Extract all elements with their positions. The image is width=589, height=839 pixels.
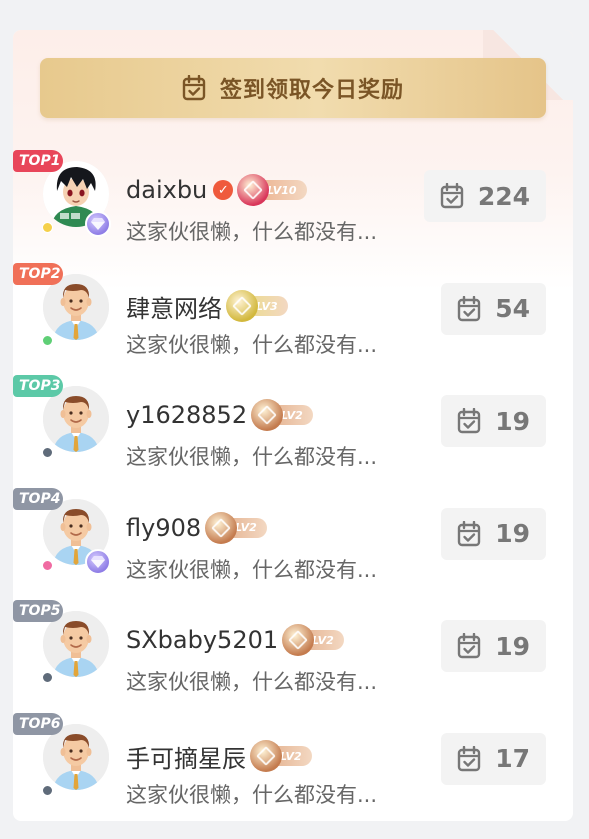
level-medal-icon [251, 399, 284, 432]
sign-days-badge: 17 [441, 732, 546, 785]
level-medal-icon [205, 511, 238, 544]
sign-days-badge: 54 [441, 282, 546, 335]
level-text: LV10 [267, 183, 297, 197]
level-medal-icon [226, 290, 258, 323]
sign-days-count: 17 [495, 744, 530, 774]
user-name-line: 肆意网络 LV3 [126, 289, 288, 324]
sign-in-card: 签到领取今日奖励 TOP1 daixbu ✓ LV10 这家伙很懒，什么都没有.… [13, 30, 573, 821]
user-name-line: SXbaby5201 LV2 [126, 624, 344, 657]
online-status-dot [42, 559, 53, 571]
sign-in-ranking-list: TOP1 daixbu ✓ LV10 这家伙很懒，什么都没有... 224 TO… [13, 145, 573, 821]
user-name[interactable]: 手可摘星辰 [126, 739, 246, 774]
vip-diamond-icon [85, 548, 111, 575]
sign-days-count: 224 [477, 181, 530, 211]
user-name-line: y1628852 LV2 [126, 399, 313, 432]
user-name[interactable]: y1628852 [126, 401, 247, 429]
sign-days-count: 19 [495, 406, 530, 436]
sign-in-button[interactable]: 签到领取今日奖励 [40, 58, 546, 118]
level-medal-icon [282, 624, 315, 657]
calendar-check-icon [457, 520, 481, 547]
ranking-row[interactable]: TOP5 SXbaby5201 LV2 这家伙很懒，什么都没有... 19 [13, 595, 573, 708]
level-badge: LV2 [251, 399, 313, 432]
ranking-row[interactable]: TOP4 fly908 LV2 这家伙很懒，什么都没有... 19 [13, 483, 573, 596]
level-text: LV2 [235, 521, 257, 535]
calendar-check-icon [457, 408, 481, 434]
level-badge: LV2 [282, 624, 344, 657]
user-bio: 这家伙很懒，什么都没有... [126, 782, 378, 807]
ranking-row[interactable]: TOP2 肆意网络 LV3 这家伙很懒，什么都没有... 54 [13, 258, 573, 371]
rank-badge: TOP3 [13, 375, 63, 398]
user-bio: 这家伙很懒，什么都没有... [126, 670, 378, 695]
user-name[interactable]: daixbu [126, 176, 207, 204]
rank-badge: TOP5 [13, 600, 63, 623]
calendar-check-icon [440, 183, 464, 209]
online-status-dot [42, 334, 53, 346]
user-bio: 这家伙很懒，什么都没有... [126, 557, 378, 582]
verified-icon: ✓ [213, 180, 234, 200]
rank-badge: TOP1 [13, 150, 63, 172]
user-name[interactable]: fly908 [126, 514, 201, 542]
user-name-line: fly908 LV2 [126, 511, 267, 544]
calendar-check-icon [457, 295, 481, 322]
online-status-dot [42, 784, 53, 796]
level-text: LV3 [256, 299, 278, 313]
level-text: LV2 [312, 633, 334, 647]
rank-badge: TOP4 [13, 487, 63, 510]
ranking-row[interactable]: TOP1 daixbu ✓ LV10 这家伙很懒，什么都没有... 224 [13, 145, 573, 258]
sign-days-badge: 224 [423, 170, 546, 222]
level-badge: LV2 [250, 740, 312, 773]
vip-diamond-icon [85, 211, 111, 237]
ranking-row[interactable]: TOP3 y1628852 LV2 这家伙很懒，什么都没有... 19 [13, 370, 573, 483]
rank-badge: TOP6 [13, 712, 63, 735]
calendar-check-icon [182, 75, 206, 101]
online-status-dot [42, 447, 53, 459]
level-badge: LV2 [205, 511, 267, 544]
level-medal-icon [237, 174, 270, 206]
sign-days-count: 19 [495, 631, 530, 661]
sign-days-count: 54 [495, 294, 530, 324]
user-bio: 这家伙很懒，什么都没有... [126, 220, 378, 244]
online-status-dot [42, 672, 53, 684]
ranking-row[interactable]: TOP6 手可摘星辰 LV2 这家伙很懒，什么都没有... 17 [13, 708, 573, 821]
user-name[interactable]: SXbaby5201 [126, 626, 278, 654]
sign-days-badge: 19 [441, 620, 546, 673]
level-text: LV2 [281, 408, 303, 422]
level-text: LV2 [280, 749, 302, 763]
rank-badge: TOP2 [13, 262, 63, 285]
user-bio: 这家伙很懒，什么都没有... [126, 445, 378, 470]
user-bio: 这家伙很懒，什么都没有... [126, 332, 378, 357]
sign-days-badge: 19 [441, 507, 546, 560]
sign-in-button-label: 签到领取今日奖励 [219, 78, 404, 103]
sign-days-badge: 19 [441, 395, 546, 448]
level-badge: LV10 [237, 174, 307, 206]
calendar-check-icon [457, 633, 481, 659]
level-badge: LV3 [226, 290, 288, 323]
calendar-check-icon [457, 745, 481, 772]
user-name-line: 手可摘星辰 LV2 [126, 739, 312, 774]
online-status-dot [42, 222, 53, 233]
user-name[interactable]: 肆意网络 [126, 289, 222, 324]
sign-days-count: 19 [495, 519, 530, 549]
user-name-line: daixbu ✓ LV10 [126, 174, 307, 206]
level-medal-icon [250, 740, 282, 773]
